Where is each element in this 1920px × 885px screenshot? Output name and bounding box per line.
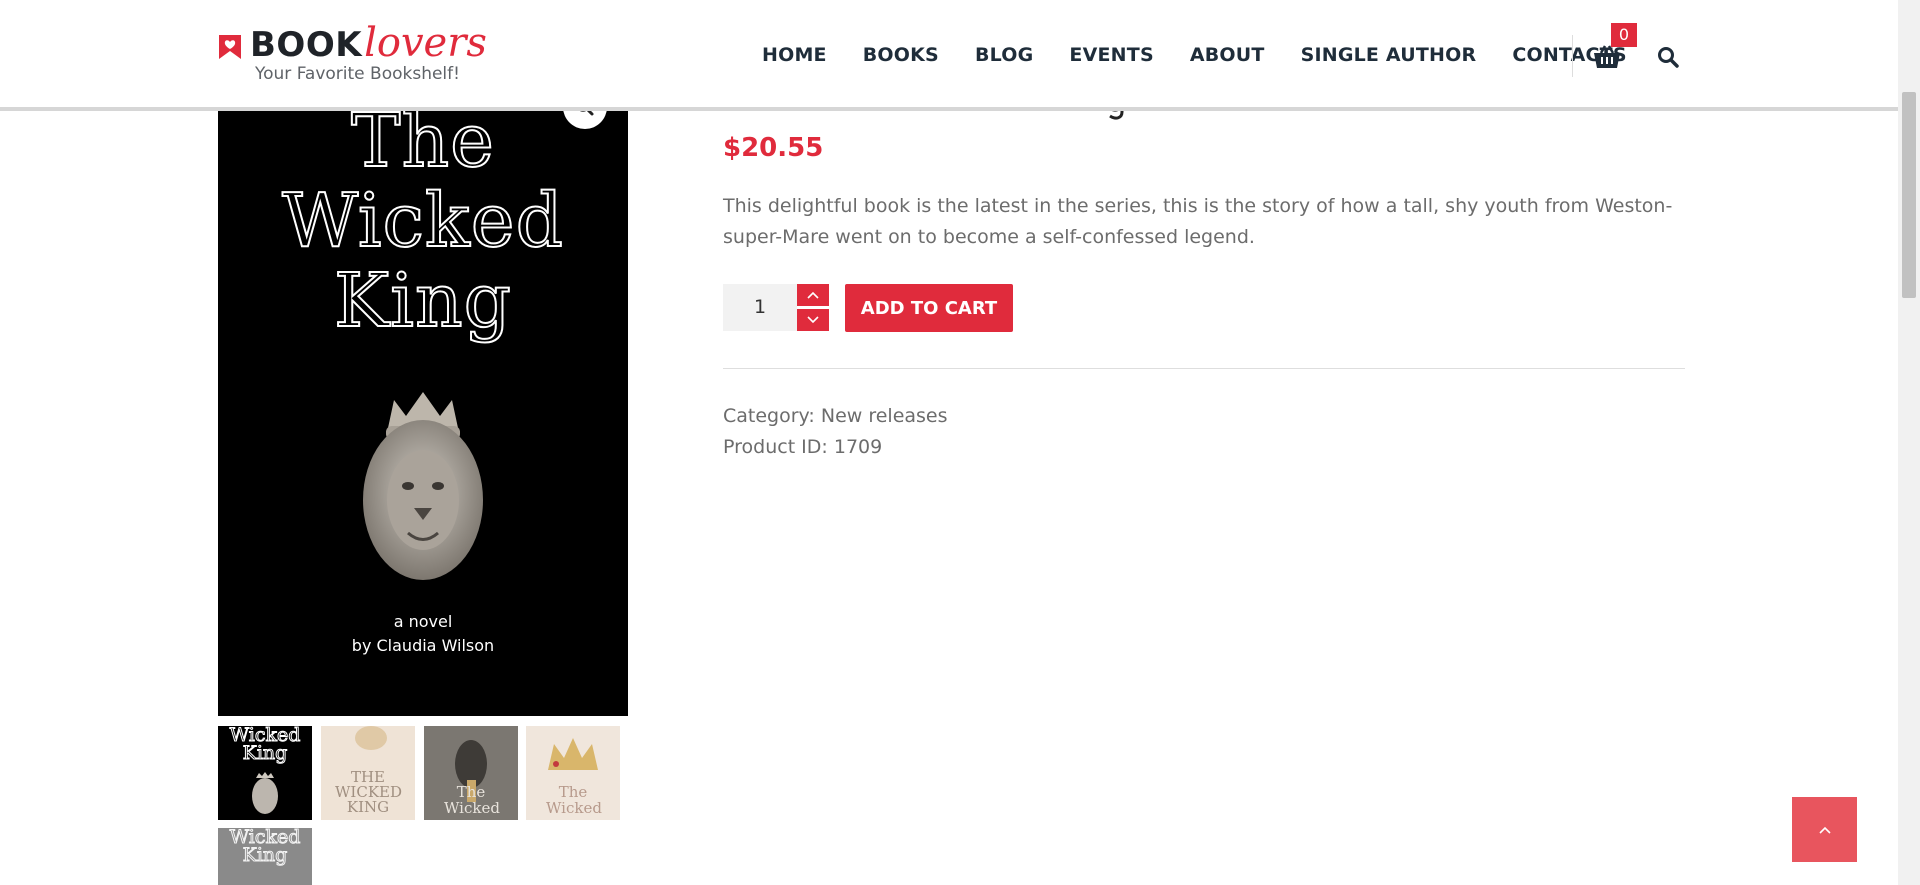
nav-blog[interactable]: BLOG [975,44,1033,66]
nav-home[interactable]: HOME [762,44,827,66]
add-to-cart-button[interactable]: ADD TO CART [845,284,1013,332]
cover-subtitle: a novel by Claudia Wilson [218,610,628,658]
thumb-label: THE WICKED KING [335,768,403,816]
cover-title-line: King [333,258,512,344]
bookmark-logo-icon [219,35,241,59]
chevron-down-icon [807,316,819,324]
gallery-thumb[interactable]: THE WICKED KING [321,726,415,820]
logo-tagline: Your Favorite Bookshelf! [255,64,460,84]
thumb-label: Wicked King [229,726,301,764]
product-main-image[interactable]: The Wicked King a novel by Claudia Wilso… [218,50,628,716]
gallery-thumb[interactable]: Wicked King [218,828,312,885]
thumb-label: Wicked King [229,828,301,866]
gallery-thumb[interactable]: Wicked King [218,726,312,820]
lion-thumb-icon [252,772,278,814]
gallery-thumb[interactable]: The Wicked [424,726,518,820]
chevron-up-icon [807,291,819,299]
thumb-label: The Wicked [444,783,500,817]
category-link[interactable]: New releases [821,405,948,427]
product-price: $20.55 [723,133,824,163]
search-icon[interactable] [1657,46,1679,68]
gallery-thumb[interactable]: The Wicked [526,726,620,820]
cover-author: by Claudia Wilson [351,636,495,655]
crown-illustration [548,738,598,770]
lion-crown-illustration [363,392,483,580]
main-nav: HOME BOOKS BLOG EVENTS ABOUT SINGLE AUTH… [762,44,1627,66]
nav-single-author[interactable]: SINGLE AUTHOR [1301,44,1477,66]
cover-title-line: Wicked [281,178,564,264]
product-id-label: Product ID: [723,436,828,458]
logo-lovers-text: lovers [364,20,487,66]
cart-count-badge: 0 [1611,23,1637,47]
site-header: BOOK lovers Your Favorite Bookshelf! HOM… [0,0,1898,111]
hands-illustration [355,726,387,750]
page-scrollbar[interactable] [1898,0,1920,885]
back-to-top-button[interactable] [1792,797,1857,862]
product-id: Product ID: 1709 [723,436,882,458]
category-label: Category: [723,405,815,427]
basket-icon[interactable] [1592,44,1622,70]
cover-title: The Wicked King [218,100,628,344]
summary-divider [723,368,1685,369]
thumb-label: The Wicked [546,783,602,817]
nav-events[interactable]: EVENTS [1069,44,1153,66]
nav-books[interactable]: BOOKS [863,44,939,66]
chevron-up-icon [1818,826,1831,834]
nav-divider [1572,35,1573,77]
logo-book-text: BOOK [250,25,363,65]
site-logo[interactable]: BOOK lovers Your Favorite Bookshelf! [218,20,487,84]
quantity-input[interactable]: 1 [723,284,797,331]
product-category: Category: New releases [723,405,948,427]
product-description: This delightful book is the latest in th… [723,195,1673,248]
quantity-decrease-button[interactable] [797,309,829,331]
cover-subtitle-line: a novel [393,612,453,631]
nav-about[interactable]: ABOUT [1190,44,1265,66]
scrollbar-thumb[interactable] [1902,92,1916,298]
quantity-increase-button[interactable] [797,284,829,306]
product-id-value: 1709 [833,436,883,458]
